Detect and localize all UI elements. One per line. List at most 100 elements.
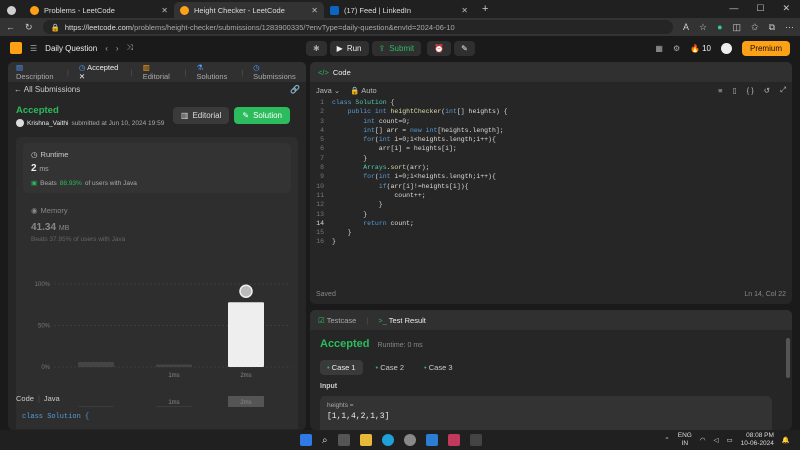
braces-icon[interactable]: { } [747,86,754,95]
split-screen-icon[interactable]: ◫ [733,22,742,33]
code-area[interactable]: 1 2 3 4 5 6 7 8 9 10 11 12 13 14 15 16 class Solution {… [310,98,792,247]
edge-icon[interactable] [381,434,394,446]
tab-solutions[interactable]: ⚗ Solutions [196,63,231,81]
settings-gear-icon[interactable]: ⚙ [673,44,680,53]
layout-icon[interactable]: ▦ [655,44,663,53]
code-line[interactable]: public int heightChecker(int[] heights) … [332,107,508,116]
case-1-button[interactable]: • Case 1 [320,360,363,375]
code-title: Code [332,67,351,77]
code-line[interactable]: } [332,200,508,209]
shuffle-icon[interactable]: ⤨ [127,43,133,53]
alarm-button[interactable]: ⏰ [427,40,452,56]
code-line[interactable]: } [332,154,508,163]
format-icon[interactable]: ≡ [718,86,722,95]
language-indicator[interactable]: ENG IN [678,432,692,448]
notification-icon[interactable]: 🔔 [782,436,790,444]
code-line[interactable]: if(arr[i]!=heights[i]){ [332,182,508,191]
favorites-icon[interactable]: ✩ [751,22,759,33]
code-line[interactable]: } [332,210,508,219]
search-icon[interactable]: ⌕ [322,435,328,446]
back-icon[interactable]: ← [6,22,15,32]
browser-tab-linkedin[interactable]: (17) Feed | LinkedIn ✕ [324,2,474,18]
close-icon[interactable]: ✕ [79,72,85,81]
read-aloud-icon[interactable]: A [683,22,689,32]
menu-dots-icon[interactable]: ⋯ [785,22,794,33]
tab-description[interactable]: ▤ Description [16,63,57,81]
collections-icon[interactable]: ⧉ [769,22,775,33]
code-line[interactable]: } [332,228,508,237]
terminal-app-icon[interactable] [469,434,482,446]
language-select[interactable]: Java ⌄ [316,86,340,95]
url-field[interactable]: 🔒 https://leetcode.com/problems/height-c… [42,20,673,34]
code-line[interactable]: int count=0; [332,117,508,126]
next-problem-icon[interactable]: › [116,44,119,53]
run-button[interactable]: ▶ Run [329,40,369,56]
link-icon[interactable]: 🔗 [290,85,300,94]
new-tab-button[interactable]: + [474,3,496,18]
code-line[interactable]: return count; [332,219,508,228]
close-window-icon[interactable]: ✕ [782,3,790,14]
tab-test-result[interactable]: >_ Test Result [378,316,426,325]
fullscreen-icon[interactable]: ⤢ [780,85,786,95]
case-2-button[interactable]: • Case 2 [369,360,412,375]
reset-icon[interactable]: ↺ [764,86,770,95]
windows-start-icon[interactable] [300,434,312,446]
code-line[interactable]: Arrays.sort(arr); [332,163,508,172]
memory-card[interactable]: ◉ Memory 41.34 MB Beats 37.95% of users … [31,206,125,243]
close-tab-icon[interactable]: ✕ [311,6,318,15]
task-view-icon[interactable] [337,434,350,446]
streak-count[interactable]: 10 [702,44,711,53]
browser-tab-problems[interactable]: Problems - LeetCode ✕ [24,2,174,18]
notes-button[interactable]: ✎ [454,40,475,56]
refresh-icon[interactable]: ↻ [25,22,33,33]
username[interactable]: Krishna_Vaithi [27,120,68,127]
file-explorer-icon[interactable] [359,434,372,446]
settings-icon[interactable] [403,434,416,446]
extension-icon[interactable]: ● [717,22,722,32]
linkedin-favicon-icon [330,5,339,15]
maximize-icon[interactable]: ☐ [756,3,764,14]
premium-button[interactable]: Premium [741,40,790,56]
scrollbar[interactable] [786,338,790,378]
browser-profile-icon[interactable] [2,2,24,18]
tab-accepted[interactable]: ◷ Accepted ✕ [79,63,121,81]
code-line[interactable]: class Solution { [332,98,508,107]
runtime-card[interactable]: ◷ Runtime 2 ms ▣ Beats 88.93% of users w… [23,143,291,193]
code-lines[interactable]: class Solution { public int heightChecke… [332,98,508,247]
all-submissions-link[interactable]: ← All Submissions [14,85,80,94]
code-line[interactable]: int[] arr = new int[heights.length]; [332,126,508,135]
avatar[interactable] [720,42,732,54]
battery-icon[interactable]: ▭ [727,436,733,444]
code-line[interactable]: } [332,237,508,246]
debug-button[interactable]: ✱ [305,40,327,56]
code-line[interactable]: count++; [332,191,508,200]
wifi-icon[interactable]: ◠ [700,436,706,444]
code-line[interactable]: for(int i=0;i<heights.length;i++){ [332,135,508,144]
code-line[interactable]: for(int i=0;i<heights.length;i++){ [332,172,508,181]
leetcode-logo[interactable] [10,42,22,54]
clock[interactable]: 08:08 PM 10-06-2024 [741,432,774,448]
tab-editorial[interactable]: ▥ Editorial [143,63,175,81]
prev-problem-icon[interactable]: ‹ [105,44,108,53]
tab-testcase[interactable]: ☑ Testcase [318,316,356,325]
app-icon[interactable] [447,434,460,446]
volume-icon[interactable]: ◁ [714,436,719,444]
bookmark-icon[interactable]: ▯ [732,86,736,95]
vscode-icon[interactable] [425,434,438,446]
close-tab-icon[interactable]: ✕ [161,6,168,15]
editorial-button[interactable]: ▥ Editorial [172,107,230,124]
tab-submissions[interactable]: ◷ Submissions [253,63,298,81]
submit-button[interactable]: ⇪ Submit [371,40,422,56]
chevron-up-icon[interactable]: ⌃ [664,436,669,444]
solution-button[interactable]: ✎ Solution [234,107,290,124]
browser-tab-height-checker[interactable]: Height Checker - LeetCode ✕ [174,2,324,18]
minimize-icon[interactable]: — [729,3,738,14]
code-toolbar: Java ⌄ 🔒 Auto ≡ ▯ { } ↺ ⤢ [310,82,792,98]
close-tab-icon[interactable]: ✕ [461,6,468,15]
favorite-star-icon[interactable]: ☆ [699,22,707,33]
problem-list-icon[interactable]: ☰ [30,44,37,53]
autocomplete-toggle[interactable]: 🔒 Auto [350,86,376,95]
code-line[interactable]: arr[i] = heights[i]; [332,144,508,153]
case-3-button[interactable]: • Case 3 [417,360,460,375]
daily-question-link[interactable]: Daily Question [45,44,97,53]
